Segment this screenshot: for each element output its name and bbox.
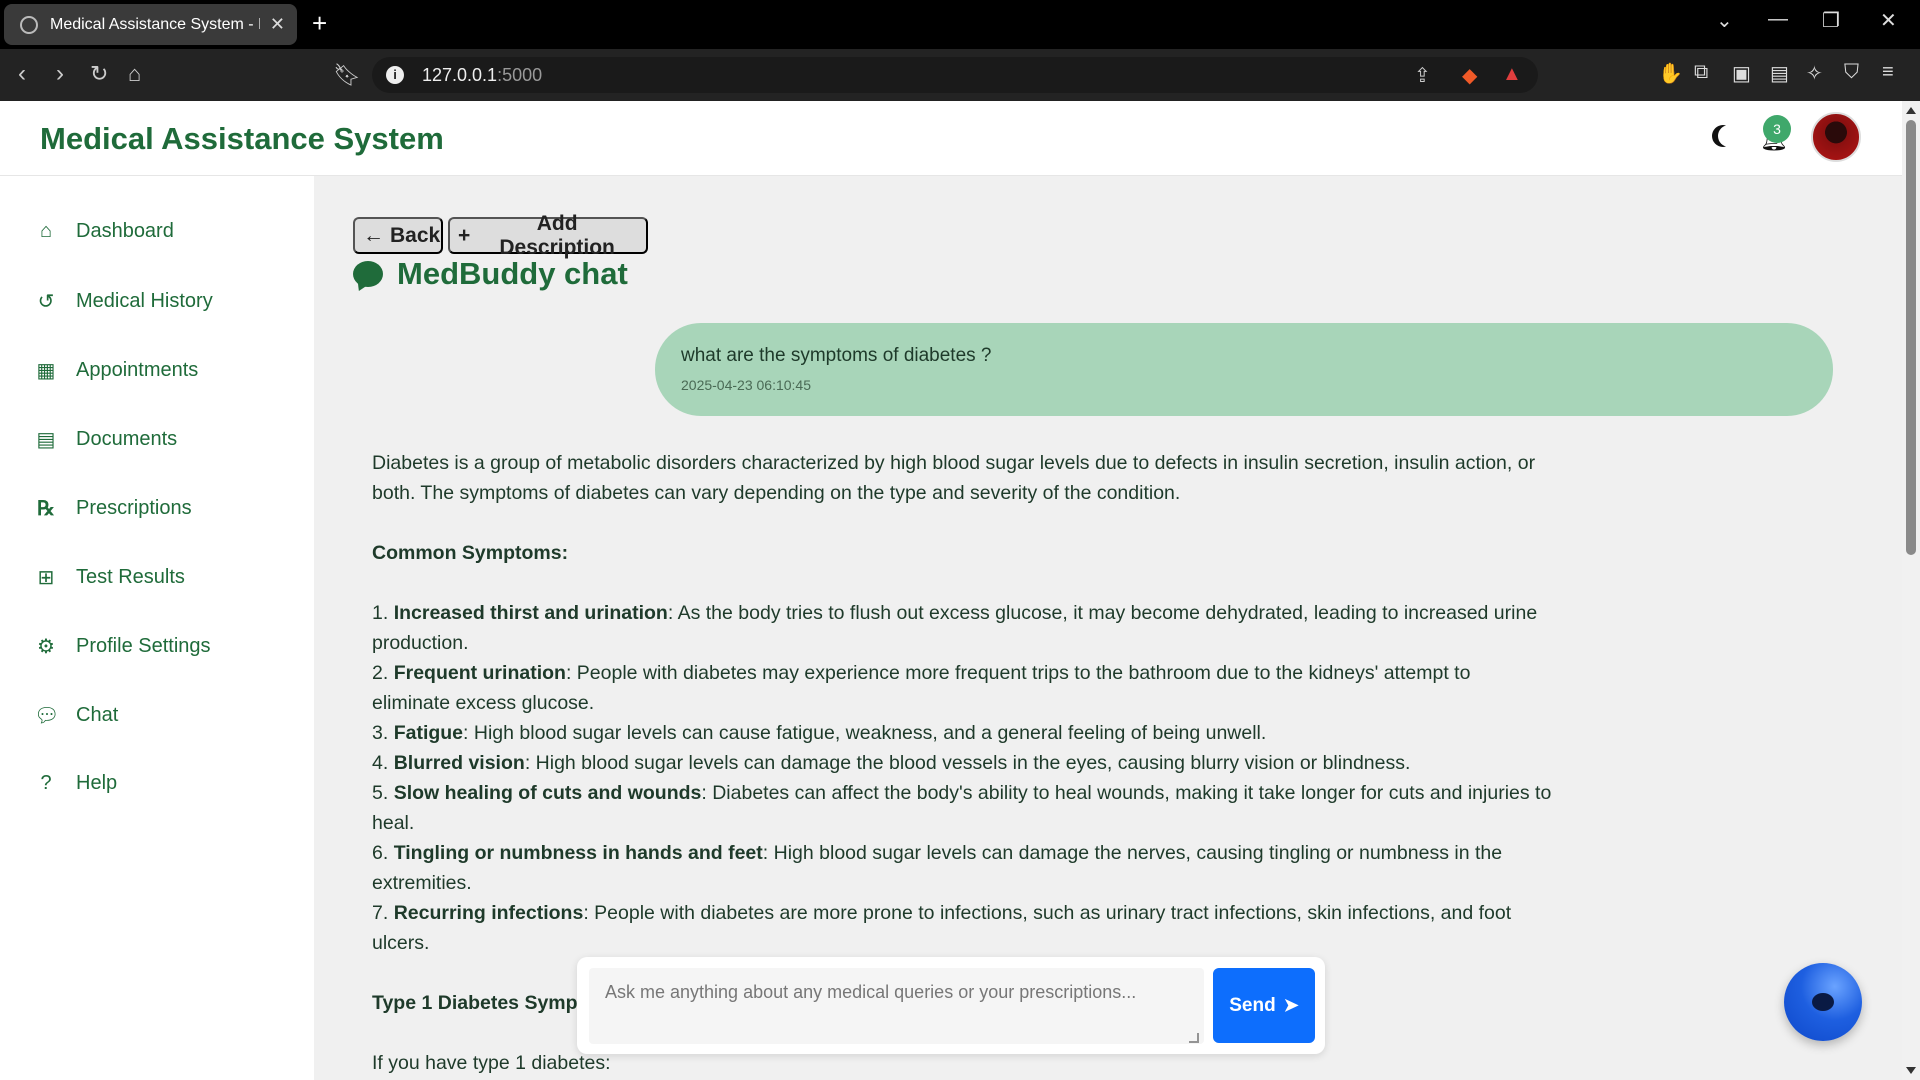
- extension-icon[interactable]: ✋: [1658, 61, 1683, 86]
- url-text: 127.0.0.1:5000: [422, 64, 543, 85]
- sidebar-item-profile-settings[interactable]: ⚙ Profile Settings: [34, 634, 211, 659]
- sidebar-item-appointments[interactable]: ▦ Appointments: [34, 358, 199, 383]
- back-button[interactable]: ← Back: [353, 217, 443, 254]
- common-symptoms-heading: Common Symptoms:: [372, 542, 569, 564]
- sidebar-item-help[interactable]: ? Help: [34, 772, 117, 795]
- sidebar-item-label: Test Results: [76, 566, 185, 588]
- home-icon: ⌂: [39, 220, 53, 242]
- symptom-item: 6. Tingling or numbness in hands and fee…: [372, 842, 1503, 894]
- globe-icon: [20, 15, 38, 34]
- notification-badge: 3: [1763, 115, 1791, 143]
- sidebar-item-label: Appointments: [76, 359, 199, 381]
- sidebar-item-medical-history[interactable]: ↺ Medical History: [34, 289, 213, 314]
- scroll-down-icon[interactable]: [1906, 1067, 1916, 1074]
- user-message-text: what are the symptoms of diabetes ?: [681, 345, 992, 366]
- chat-input[interactable]: [589, 968, 1204, 1044]
- leo-icon[interactable]: ✧: [1806, 61, 1823, 86]
- scroll-thumb[interactable]: [1906, 120, 1916, 555]
- sidebar-item-label: Chat: [76, 704, 119, 726]
- help-icon: ?: [40, 772, 52, 794]
- plus-icon: +: [458, 223, 471, 247]
- chat-input-dock: Send ➤: [577, 957, 1325, 1054]
- minimize-icon[interactable]: —: [1768, 8, 1788, 31]
- sidebar: ⌂ Dashboard ↺ Medical History ▦ Appointm…: [0, 176, 314, 1080]
- document-icon: ▤: [36, 429, 56, 451]
- user-message: what are the symptoms of diabetes ? 2025…: [655, 323, 1833, 416]
- dark-mode-toggle-icon[interactable]: [1718, 125, 1740, 147]
- page-title: MedBuddy chat: [353, 256, 628, 292]
- calendar-icon: ▦: [36, 360, 56, 382]
- scroll-up-icon[interactable]: [1906, 107, 1916, 114]
- sidebar-item-prescriptions[interactable]: ℞ Prescriptions: [34, 496, 192, 521]
- resize-handle-icon[interactable]: [1189, 1033, 1199, 1043]
- browser-toolbar: ‹ › ↻ ⌂ 🔖︎ i 127.0.0.1:5000 ⇪ ◆ ▲ ✋ ⧉ ▣ …: [0, 49, 1920, 101]
- sidebar-item-label: Documents: [76, 428, 178, 450]
- sidebar-item-chat[interactable]: 💬︎ Chat: [34, 703, 118, 728]
- close-tab-icon[interactable]: ✕: [270, 14, 285, 35]
- tab-title: Medical Assistance System - Dashboard: [50, 15, 260, 33]
- page-scrollbar[interactable]: [1902, 101, 1920, 1080]
- forward-nav-icon[interactable]: ›: [56, 61, 64, 87]
- browser-tabbar: Medical Assistance System - Dashboard ✕ …: [0, 0, 1920, 49]
- sidebar-toggle-icon[interactable]: ▣: [1732, 61, 1751, 86]
- add-description-button[interactable]: + Add Description: [448, 212, 648, 259]
- restore-icon[interactable]: ❐: [1822, 8, 1840, 33]
- chat-bot-icon: [1812, 993, 1834, 1011]
- home-nav-icon[interactable]: ⌂: [128, 61, 141, 87]
- send-arrow-icon: ➤: [1283, 995, 1299, 1015]
- menu-icon[interactable]: ≡: [1882, 61, 1894, 84]
- bot-intro: Diabetes is a group of metabolic disorde…: [372, 452, 1536, 504]
- wallet-icon[interactable]: ▤: [1770, 61, 1789, 86]
- symptom-item: 5. Slow healing of cuts and wounds: Diab…: [372, 782, 1552, 834]
- back-nav-icon[interactable]: ‹: [18, 61, 26, 87]
- sidebar-item-documents[interactable]: ▤ Documents: [34, 427, 178, 452]
- tab-search-icon[interactable]: ⌄: [1716, 8, 1733, 33]
- new-tab-icon[interactable]: +: [312, 8, 327, 39]
- sidebar-item-label: Medical History: [76, 290, 213, 312]
- message-timestamp: 2025-04-23 06:10:45: [681, 377, 811, 393]
- sidebar-item-test-results[interactable]: ⊞ Test Results: [34, 565, 185, 590]
- symptom-item: 2. Frequent urination: People with diabe…: [372, 662, 1471, 714]
- browser-tab[interactable]: Medical Assistance System - Dashboard ✕: [4, 4, 297, 45]
- user-settings-icon: ⚙: [37, 636, 55, 658]
- sidebar-item-label: Profile Settings: [76, 635, 211, 657]
- chat-icon: 💬︎: [34, 705, 60, 727]
- vpn-icon[interactable]: ⛉: [1844, 61, 1859, 84]
- reload-icon[interactable]: ↻: [90, 61, 108, 87]
- prescription-icon: ℞: [37, 498, 55, 520]
- sidebar-item-label: Dashboard: [76, 220, 174, 242]
- sidebar-item-dashboard[interactable]: ⌂ Dashboard: [34, 220, 174, 243]
- history-icon: ↺: [37, 291, 55, 313]
- send-button[interactable]: Send ➤: [1213, 968, 1315, 1043]
- type1-heading: Type 1 Diabetes Sympt: [372, 992, 585, 1014]
- file-add-icon: ⊞: [37, 567, 55, 589]
- app-header: Medical Assistance System 🔔︎ 3: [0, 101, 1902, 176]
- site-info-icon[interactable]: i: [386, 66, 404, 84]
- chat-bubble-icon: [353, 261, 383, 287]
- brand-title: Medical Assistance System: [40, 121, 444, 156]
- rewards-icon[interactable]: ▲: [1502, 63, 1522, 86]
- address-bar[interactable]: i 127.0.0.1:5000 ⇪ ◆ ▲: [372, 57, 1538, 93]
- symptom-item: 1. Increased thirst and urination: As th…: [372, 602, 1538, 654]
- symptom-item: 7. Recurring infections: People with dia…: [372, 902, 1512, 954]
- avatar[interactable]: [1811, 112, 1861, 162]
- symptom-item: 4. Blurred vision: High blood sugar leve…: [372, 752, 1411, 774]
- arrow-left-icon: ←: [363, 223, 384, 247]
- bookmark-icon[interactable]: 🔖︎: [333, 62, 361, 88]
- sidebar-item-label: Help: [76, 772, 118, 794]
- symptom-item: 3. Fatigue: High blood sugar levels can …: [372, 722, 1267, 744]
- window-close-icon[interactable]: ✕: [1880, 8, 1897, 33]
- chat-main: ← Back + Add Description MedBuddy chat w…: [314, 176, 1902, 1080]
- sidebar-item-label: Prescriptions: [76, 497, 192, 519]
- brave-shield-icon[interactable]: ◆: [1462, 63, 1477, 88]
- share-icon[interactable]: ⇪: [1414, 63, 1431, 88]
- puzzle-icon[interactable]: ⧉: [1694, 61, 1708, 84]
- floating-chat-button[interactable]: [1784, 963, 1862, 1041]
